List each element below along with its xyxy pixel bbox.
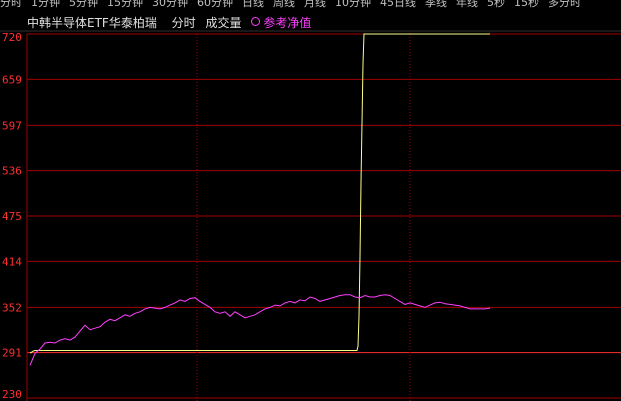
y-tick-label-291: 291 — [2, 347, 22, 360]
y-tick-label-659: 659 — [2, 73, 22, 86]
series-line-1 — [29, 294, 491, 366]
y-tick-label-720: 720 — [2, 31, 22, 44]
y-tick-label-414: 414 — [2, 255, 22, 268]
y-tick-label-475: 475 — [2, 210, 22, 223]
y-tick-label-230: 230 — [2, 388, 22, 401]
y-tick-label-536: 536 — [2, 165, 22, 178]
series-line-0 — [30, 33, 490, 354]
y-tick-label-352: 352 — [2, 301, 22, 314]
intraday-chart[interactable]: 720 659 597 536 475 414 352 291 230 — [0, 0, 621, 401]
y-tick-label-597: 597 — [2, 119, 22, 132]
